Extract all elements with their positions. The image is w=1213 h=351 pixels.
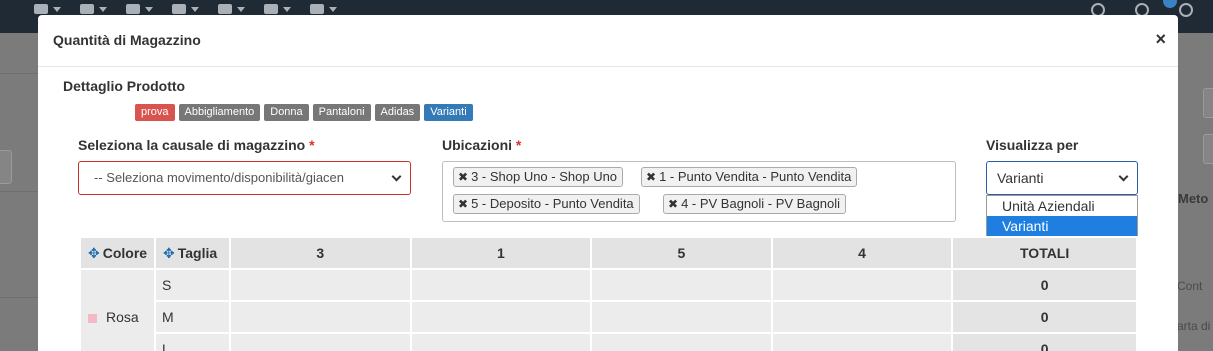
tag-badge: Varianti: [424, 104, 473, 121]
remove-chip-icon[interactable]: ✖: [458, 170, 468, 184]
column-header-1: 1: [409, 236, 593, 270]
bg-divider: [0, 191, 38, 192]
stock-table: ✥ Colore ✥ Taglia 3 1 5 4 TOTALI Rosa S 0: [79, 236, 1138, 351]
header-label: Colore: [102, 244, 148, 261]
chip-label: 3 - Shop Uno - Shop Uno: [471, 169, 618, 184]
column-header-colore[interactable]: ✥ Colore: [79, 236, 156, 270]
visualizza-select-value: Varianti: [997, 170, 1044, 186]
remove-chip-icon[interactable]: ✖: [458, 197, 468, 211]
user-icon[interactable]: [1179, 3, 1193, 17]
causale-label-text: Seleziona la causale di magazzino: [78, 137, 306, 153]
bg-divider: [0, 297, 38, 298]
table-row: Rosa S 0: [79, 268, 1138, 351]
tag-badge: Abbigliamento: [178, 104, 261, 121]
color-name: Rosa: [106, 309, 139, 325]
ubicazione-chip: ✖ 1 - Punto Vendita - Punto Vendita: [641, 167, 858, 187]
causale-select[interactable]: -- Seleziona movimento/disponibilità/gia…: [78, 161, 411, 195]
qty-cell: [409, 332, 593, 351]
close-icon[interactable]: ×: [1155, 29, 1166, 50]
bg-right-input: [1203, 88, 1213, 118]
modal-title: Quantità di Magazzino: [53, 32, 201, 48]
size-cell: L: [153, 332, 231, 351]
column-header-3: 3: [228, 236, 412, 270]
bg-right-text: Cont: [1177, 279, 1203, 293]
tag-badge: Donna: [264, 104, 309, 121]
ubicazione-chip: ✖ 4 - PV Bagnoli - PV Bagnoli: [663, 194, 847, 214]
qty-cell: [228, 300, 412, 334]
ubicazione-chip: ✖ 3 - Shop Uno - Shop Uno: [453, 167, 624, 187]
chip-label: 5 - Deposito - Punto Vendita: [471, 196, 634, 211]
bg-right-text: arta di: [1177, 319, 1211, 333]
tag-badge: Adidas: [374, 104, 421, 121]
modal-header: Quantità di Magazzino ×: [38, 15, 1178, 67]
ubicazioni-multiselect[interactable]: ✖ 3 - Shop Uno - Shop Uno ✖ 1 - Punto Vend…: [442, 161, 956, 222]
ubicazioni-label-text: Ubicazioni: [442, 137, 513, 153]
required-mark: *: [515, 137, 522, 153]
header-label: Taglia: [177, 244, 218, 261]
size-cell: M: [153, 300, 231, 334]
bg-right-heading: Meto: [1178, 191, 1209, 206]
product-tags: prova Abbigliamento Donna Pantaloni Adid…: [135, 104, 473, 121]
required-mark: *: [309, 137, 315, 153]
qty-cell: [770, 332, 954, 351]
color-swatch: [88, 313, 97, 323]
table-header-row: ✥ Colore ✥ Taglia 3 1 5 4 TOTALI: [79, 236, 1138, 270]
ubicazioni-label: Ubicazioni *: [442, 137, 521, 153]
stock-quantity-modal: Quantità di Magazzino × Dettaglio Prodot…: [38, 15, 1178, 351]
qty-cell: [228, 332, 412, 351]
column-header-taglia[interactable]: ✥ Taglia: [153, 236, 231, 270]
qty-cell: [770, 300, 954, 334]
visualizza-select[interactable]: Varianti: [986, 161, 1138, 195]
remove-chip-icon[interactable]: ✖: [668, 197, 678, 211]
qty-cell: [590, 300, 773, 334]
visualizza-dropdown: Unità Aziendali Varianti: [986, 195, 1138, 236]
visualizza-label: Visualizza per: [986, 137, 1079, 153]
bg-left-input: [0, 150, 12, 184]
color-cell: Rosa: [79, 268, 156, 351]
option-varianti[interactable]: Varianti: [987, 216, 1137, 236]
causale-label: Seleziona la causale di magazzino *: [78, 137, 315, 153]
total-cell: 0: [951, 332, 1138, 351]
remove-chip-icon[interactable]: ✖: [646, 170, 656, 184]
ubicazione-chip: ✖ 5 - Deposito - Punto Vendita: [453, 194, 640, 214]
size-cell: S: [153, 268, 231, 302]
total-cell: 0: [951, 268, 1138, 302]
chip-label: 4 - PV Bagnoli - PV Bagnoli: [681, 196, 841, 211]
chip-label: 1 - Punto Vendita - Punto Vendita: [659, 169, 852, 184]
tag-badge: Pantaloni: [312, 104, 371, 121]
bg-right-input: [1203, 134, 1213, 164]
qty-cell: [590, 332, 773, 351]
qty-cell: [590, 268, 773, 302]
move-icon: ✥: [162, 244, 175, 261]
column-header-4: 4: [770, 236, 954, 270]
product-detail-heading: Dettaglio Prodotto: [63, 78, 186, 94]
qty-cell: [228, 268, 412, 302]
table-row: L 0: [80, 332, 1138, 351]
chevron-down-icon: [1118, 171, 1129, 182]
column-header-5: 5: [590, 236, 773, 270]
option-unita-aziendali[interactable]: Unità Aziendali: [987, 196, 1137, 216]
qty-cell: [409, 300, 593, 334]
qty-cell: [770, 268, 954, 302]
tag-badge: prova: [135, 104, 175, 121]
causale-select-value: -- Seleziona movimento/disponibilità/gia…: [94, 170, 345, 185]
chevron-down-icon: [391, 171, 402, 182]
bg-divider: [0, 73, 38, 74]
column-header-totali: TOTALI: [951, 236, 1138, 270]
table-row: M 0: [80, 300, 1138, 334]
move-icon: ✥: [88, 244, 100, 261]
total-cell: 0: [951, 300, 1138, 334]
qty-cell: [409, 268, 593, 302]
